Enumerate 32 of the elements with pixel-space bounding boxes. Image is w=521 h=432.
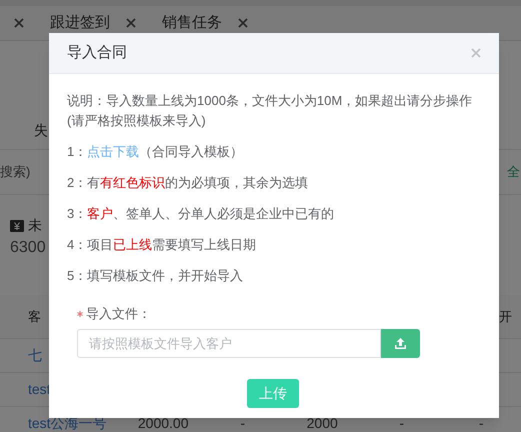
filter-tab[interactable]: 失 xyxy=(34,120,48,140)
column-header: 客 xyxy=(28,308,41,326)
table-cell-text: 2000.00 xyxy=(136,414,190,432)
table-cell-text: 2000 xyxy=(306,414,339,432)
tab[interactable]: 销售任务 xyxy=(162,12,222,34)
step-text: 4：项目 已上线需要填写上线日期 xyxy=(67,236,256,254)
upload-button[interactable]: 上传 xyxy=(247,379,299,408)
field-label: 导入文件： xyxy=(86,305,151,323)
step-text: （合同导入模板） xyxy=(139,143,244,161)
summary-value: 6300 xyxy=(10,238,46,258)
table-cell-text: - xyxy=(239,414,246,432)
step-text: 3：客户、签单人、分单人必须是企业中已有的 xyxy=(67,205,334,223)
step-number: 1： xyxy=(67,143,88,161)
step-text: 5：填写模板文件，并开始导入 xyxy=(67,267,244,285)
close-icon[interactable] xyxy=(238,18,248,28)
column-header: 开 xyxy=(499,308,512,326)
browse-button[interactable] xyxy=(381,329,420,358)
instructions-text: 说明：导入数量上线为1000条，文件大小为10M，如果超出请分步操作(请严格按照模板来导入) xyxy=(67,92,474,130)
upload-icon xyxy=(394,337,407,350)
summary-label: 未 xyxy=(28,216,42,235)
table-cell-text: - xyxy=(398,414,406,432)
tab[interactable]: 跟进签到 xyxy=(50,12,110,34)
file-input-field[interactable]: 请按照模板文件导入客户 xyxy=(77,329,381,358)
table-cell-text: - xyxy=(478,414,485,432)
select-all-link[interactable]: 全 xyxy=(507,162,521,182)
search-hint: 搜索) xyxy=(0,163,30,182)
close-icon[interactable] xyxy=(126,18,136,28)
download-link[interactable]: 点击下载 xyxy=(87,142,140,162)
dialog-title: 导入合同 xyxy=(67,42,127,63)
close-icon[interactable] xyxy=(14,18,24,28)
currency-icon xyxy=(10,220,24,232)
step-text: 2：有有红色标识的为必填项，其余为选填 xyxy=(67,174,308,192)
